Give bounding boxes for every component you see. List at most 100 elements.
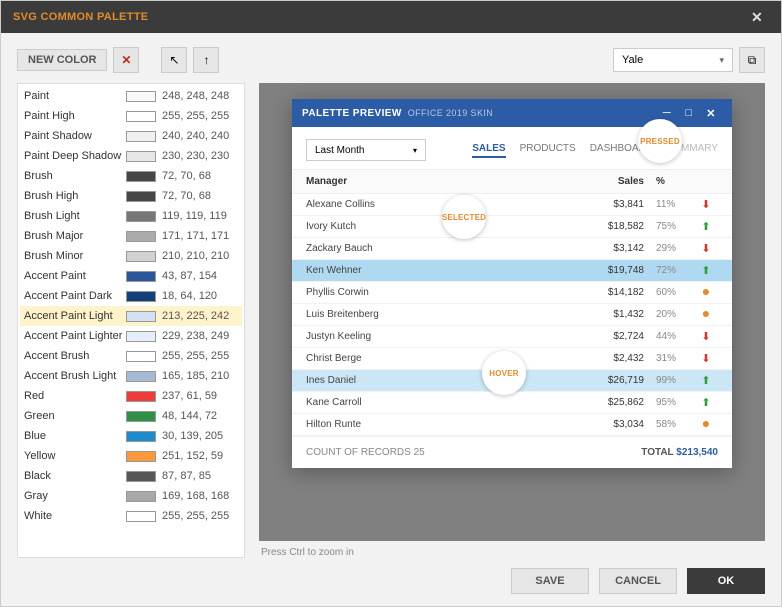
palette-name: Paint Shadow (24, 130, 126, 142)
delete-button[interactable]: ✕ (113, 47, 139, 73)
dialog-buttons: SAVE CANCEL OK (17, 558, 765, 598)
palette-row[interactable]: Paint Deep Shadow 230, 230, 230 (20, 146, 242, 166)
table-row[interactable]: Luis Breitenberg$1,43220%● (292, 304, 732, 326)
period-value: Last Month (315, 145, 364, 156)
cell-indicator: ⬆ (694, 396, 718, 409)
total-label: TOTAL (641, 447, 673, 458)
palette-rgb: 255, 255, 255 (162, 510, 238, 522)
preview-area: PALETTE PREVIEW OFFICE 2019 SKIN ─ □ ✕ L… (259, 83, 765, 541)
trend-down-icon: ⬇ (701, 353, 710, 365)
badge-pressed: PRESSED (638, 119, 682, 163)
pointer-button[interactable]: ↖ (161, 47, 187, 73)
palette-row[interactable]: Red237, 61, 59 (20, 386, 242, 406)
color-swatch (126, 391, 156, 402)
close-preview-icon[interactable]: ✕ (700, 103, 722, 123)
palette-list[interactable]: Paint248, 248, 248Paint High255, 255, 25… (17, 83, 245, 558)
theme-select[interactable]: Yale ▾ (613, 48, 733, 72)
palette-rgb: 255, 255, 255 (162, 350, 238, 362)
cell-manager: Phyllis Corwin (306, 287, 584, 298)
palette-row[interactable]: Green48, 144, 72 (20, 406, 242, 426)
color-swatch (126, 271, 156, 282)
palette-name: Brush (24, 170, 126, 182)
table-row[interactable]: Kane Carroll$25,86295%⬆ (292, 392, 732, 414)
palette-row[interactable]: Brush Minor210, 210, 210 (20, 246, 242, 266)
color-swatch (126, 431, 156, 442)
palette-row[interactable]: Yellow251, 152, 59 (20, 446, 242, 466)
cell-indicator: ⬇ (694, 242, 718, 255)
ok-button[interactable]: OK (687, 568, 765, 594)
cancel-button[interactable]: CANCEL (599, 568, 677, 594)
palette-row[interactable]: Accent Brush Light165, 185, 210 (20, 366, 242, 386)
cell-sales: $26,719 (584, 375, 644, 386)
cursor-icon: ↖ (169, 53, 179, 67)
trend-down-icon: ⬇ (701, 331, 710, 343)
palette-row[interactable]: Black87, 87, 85 (20, 466, 242, 486)
palette-row[interactable]: Accent Paint43, 87, 154 (20, 266, 242, 286)
preview-window: PALETTE PREVIEW OFFICE 2019 SKIN ─ □ ✕ L… (292, 99, 732, 468)
cell-percent: 31% (644, 353, 694, 364)
color-swatch (126, 411, 156, 422)
palette-row[interactable]: Brush Major171, 171, 171 (20, 226, 242, 246)
cell-manager: Christ Berge (306, 353, 584, 364)
palette-rgb: 210, 210, 210 (162, 250, 238, 262)
save-button[interactable]: SAVE (511, 568, 589, 594)
title-bar: SVG COMMON PALETTE ✕ (1, 1, 781, 33)
table-row[interactable]: Ivory Kutch$18,58275%⬆ (292, 216, 732, 238)
cell-indicator: ● (694, 286, 718, 299)
palette-row[interactable]: Brush 72, 70, 68 (20, 166, 242, 186)
table-row[interactable]: Alexane Collins$3,84111%⬇ (292, 194, 732, 216)
palette-rgb: 251, 152, 59 (162, 450, 238, 462)
palette-rgb: 230, 230, 230 (162, 150, 238, 162)
palette-row[interactable]: Accent Paint Light 213, 225, 242 (20, 306, 242, 326)
palette-row[interactable]: Brush Light119, 119, 119 (20, 206, 242, 226)
table-row[interactable]: Ken Wehner$19,74872%⬆ (292, 260, 732, 282)
tab-sales[interactable]: SALES (472, 143, 505, 158)
palette-row[interactable]: Gray169, 168, 168 (20, 486, 242, 506)
trend-neutral-icon: ● (702, 283, 710, 299)
color-swatch (126, 191, 156, 202)
period-select[interactable]: Last Month ▾ (306, 139, 426, 161)
table-row[interactable]: Justyn Keeling$2,72444%⬇ (292, 326, 732, 348)
palette-rgb: 213, 225, 242 (162, 310, 238, 322)
palette-row[interactable]: Paint248, 248, 248 (20, 86, 242, 106)
palette-row[interactable]: Accent Paint Dark18, 64, 120 (20, 286, 242, 306)
palette-rgb: 72, 70, 68 (162, 190, 238, 202)
toolbar: NEW COLOR ✕ ↖ ↑ Yale ▾ ⧉ (17, 47, 765, 73)
palette-name: Accent Paint Light (24, 310, 126, 322)
table-row[interactable]: Zackary Bauch$3,14229%⬇ (292, 238, 732, 260)
color-swatch (126, 171, 156, 182)
new-color-button[interactable]: NEW COLOR (17, 49, 107, 71)
palette-row[interactable]: Paint High255, 255, 255 (20, 106, 242, 126)
palette-name: Paint Deep Shadow (24, 150, 126, 162)
up-button[interactable]: ↑ (193, 47, 219, 73)
palette-rgb: 72, 70, 68 (162, 170, 238, 182)
cell-sales: $1,432 (584, 309, 644, 320)
palette-row[interactable]: Paint Shadow 240, 240, 240 (20, 126, 242, 146)
palette-rgb: 165, 185, 210 (162, 370, 238, 382)
palette-row[interactable]: Accent Brush255, 255, 255 (20, 346, 242, 366)
trend-up-icon: ⬆ (701, 265, 710, 277)
color-swatch (126, 491, 156, 502)
table-footer: COUNT OF RECORDS 25 TOTAL $213,540 (292, 436, 732, 468)
palette-row[interactable]: Blue30, 139, 205 (20, 426, 242, 446)
copy-palette-button[interactable]: ⧉ (739, 47, 765, 73)
trend-up-icon: ⬆ (701, 397, 710, 409)
cell-percent: 60% (644, 287, 694, 298)
tab-products[interactable]: PRODUCTS (520, 143, 576, 158)
cell-indicator: ⬇ (694, 198, 718, 211)
cell-manager: Kane Carroll (306, 397, 584, 408)
maximize-icon[interactable]: □ (678, 103, 700, 123)
delete-icon: ✕ (121, 53, 131, 67)
palette-row[interactable]: Accent Paint Lighter229, 238, 249 (20, 326, 242, 346)
palette-name: Green (24, 410, 126, 422)
palette-row[interactable]: Brush High72, 70, 68 (20, 186, 242, 206)
close-icon[interactable]: ✕ (745, 5, 769, 30)
palette-rgb: 240, 240, 240 (162, 130, 238, 142)
palette-name: Brush Major (24, 230, 126, 242)
palette-row[interactable]: White255, 255, 255 (20, 506, 242, 526)
cell-manager: Hilton Runte (306, 419, 584, 430)
table-row[interactable]: Hilton Runte$3,03458%● (292, 414, 732, 436)
cell-percent: 95% (644, 397, 694, 408)
table-row[interactable]: Phyllis Corwin$14,18260%● (292, 282, 732, 304)
color-swatch (126, 471, 156, 482)
